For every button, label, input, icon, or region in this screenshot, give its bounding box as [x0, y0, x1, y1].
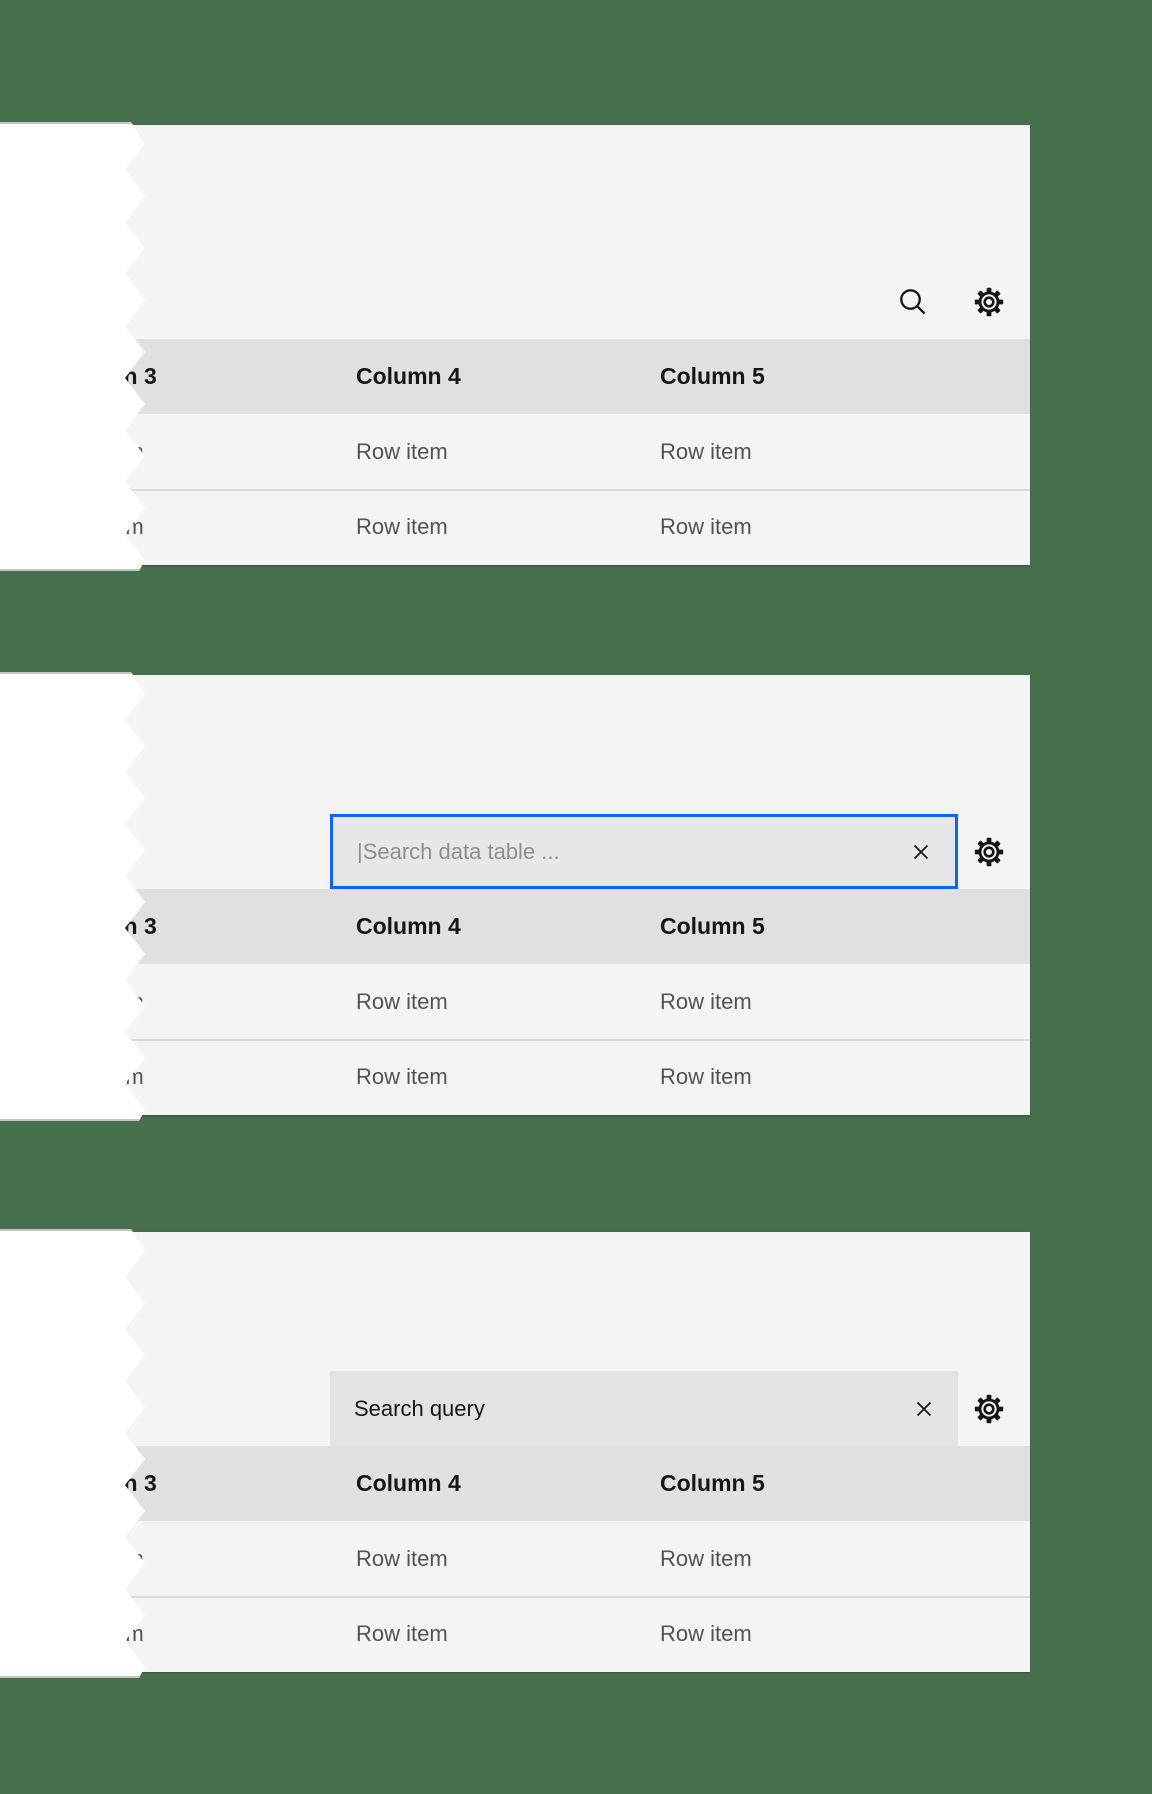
- table-toolbar: [125, 264, 1030, 339]
- table-header-row: Column 3 Column 4 Column 5: [52, 339, 1030, 414]
- table-cell: Row item: [356, 989, 448, 1014]
- column-header: Column 5: [660, 1470, 765, 1496]
- table-cell: Row item: [356, 1064, 448, 1089]
- column-header: Column 4: [356, 363, 461, 389]
- clear-search-button[interactable]: [901, 832, 941, 872]
- table-cell: Row item: [52, 1546, 144, 1571]
- data-table-panel-search-collapsed: Column 3 Column 4 Column 5 Row item Row …: [0, 122, 1030, 571]
- table-cell: Row item: [52, 514, 144, 539]
- table-cell: Row item: [52, 1621, 144, 1646]
- settings-button[interactable]: [951, 814, 1026, 889]
- table-cell: Row item: [356, 1546, 448, 1571]
- close-icon: [914, 1399, 934, 1419]
- table-cell: Row item: [660, 1546, 752, 1571]
- table-cell: Row item: [356, 439, 448, 464]
- settings-button[interactable]: [951, 264, 1026, 339]
- table-cell: Row item: [52, 989, 144, 1014]
- table-header-row: Column 3 Column 4 Column 5: [52, 1446, 1030, 1521]
- table-toolbar: |Search data table ...: [125, 814, 1030, 889]
- search-input[interactable]: Search query: [330, 1371, 958, 1446]
- search-icon: [897, 286, 929, 318]
- table-row: Row item Row item Row item: [52, 964, 1030, 1039]
- table-cell: Row item: [660, 439, 752, 464]
- table-row: Row item Row item Row item: [52, 1596, 1030, 1671]
- table-cell: Row item: [356, 1621, 448, 1646]
- column-header: Column 4: [356, 1470, 461, 1496]
- gear-icon: [973, 836, 1005, 868]
- table-header-row: Column 3 Column 4 Column 5: [52, 889, 1030, 964]
- table-cell: Row item: [660, 514, 752, 539]
- canvas: Column 3 Column 4 Column 5 Row item Row …: [0, 0, 1152, 1794]
- clear-search-button[interactable]: [904, 1389, 944, 1429]
- search-value: Search query: [354, 1397, 485, 1420]
- table-cell: Row item: [660, 1621, 752, 1646]
- data-table-panel-search-focused: |Search data table ... Column 3 Column 4…: [0, 672, 1030, 1121]
- table-cell: Row item: [660, 1064, 752, 1089]
- search-placeholder: |Search data table ...: [357, 840, 560, 863]
- column-header: Column 5: [660, 363, 765, 389]
- column-header: Column 5: [660, 913, 765, 939]
- table-cell: Row item: [660, 989, 752, 1014]
- gear-icon: [973, 286, 1005, 318]
- table-cell: Row item: [356, 514, 448, 539]
- close-icon: [911, 842, 931, 862]
- column-header: Column 3: [52, 913, 157, 939]
- gear-icon: [973, 1393, 1005, 1425]
- settings-button[interactable]: [951, 1371, 1026, 1446]
- table-row: Row item Row item Row item: [52, 1039, 1030, 1114]
- table-cell: Row item: [52, 439, 144, 464]
- table-cell: Row item: [52, 1064, 144, 1089]
- search-button[interactable]: [875, 264, 950, 339]
- search-input[interactable]: |Search data table ...: [330, 814, 958, 889]
- column-header: Column 3: [52, 363, 157, 389]
- column-header: Column 3: [52, 1470, 157, 1496]
- table-row: Row item Row item Row item: [52, 1521, 1030, 1596]
- table-row: Row item Row item Row item: [52, 414, 1030, 489]
- table-row: Row item Row item Row item: [52, 489, 1030, 564]
- column-header: Column 4: [356, 913, 461, 939]
- table-toolbar: Search query: [125, 1371, 1030, 1446]
- data-table-panel-search-populated: Search query Column 3 Column 4 Column 5 …: [0, 1229, 1030, 1678]
